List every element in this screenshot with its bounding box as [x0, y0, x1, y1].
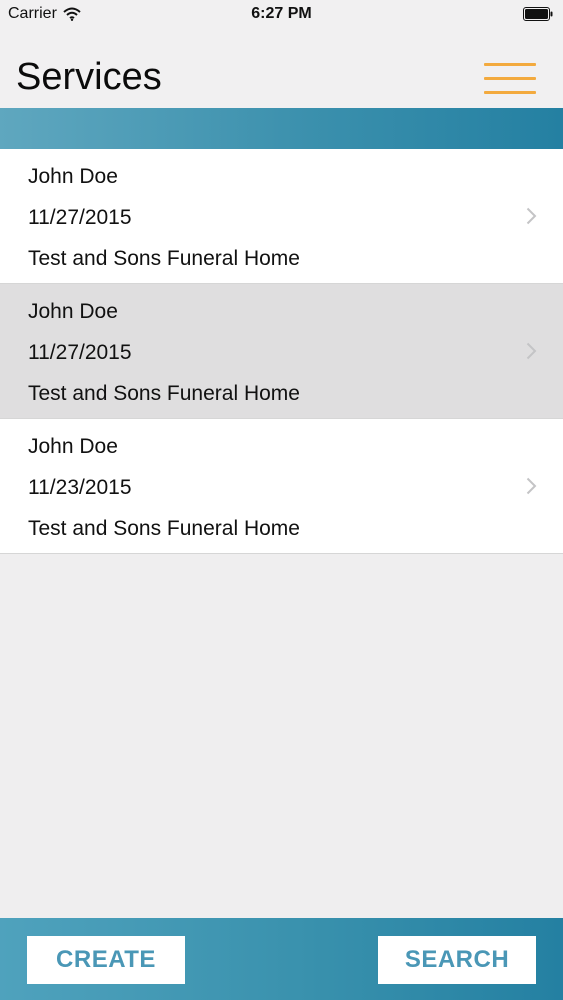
service-name: John Doe — [28, 435, 118, 458]
service-row[interactable]: John Doe 11/23/2015 Test and Sons Funera… — [0, 419, 563, 554]
status-time: 6:27 PM — [251, 5, 312, 22]
navigation-bar: Services — [0, 30, 563, 108]
service-list: John Doe 11/27/2015 Test and Sons Funera… — [0, 149, 563, 554]
service-date: 11/27/2015 — [28, 206, 132, 229]
service-date: 11/23/2015 — [28, 476, 132, 499]
hamburger-menu-icon[interactable] — [484, 62, 536, 96]
create-button[interactable]: CREATE — [27, 936, 185, 984]
page-title: Services — [16, 56, 162, 98]
service-row[interactable]: John Doe 11/27/2015 Test and Sons Funera… — [0, 284, 563, 419]
search-button[interactable]: SEARCH — [378, 936, 536, 984]
chevron-right-icon — [526, 207, 537, 225]
service-name: John Doe — [28, 300, 118, 323]
status-bar: Carrier 6:27 PM — [0, 0, 563, 30]
service-name: John Doe — [28, 165, 118, 188]
service-date: 11/27/2015 — [28, 341, 132, 364]
funeral-home-name: Test and Sons Funeral Home — [28, 517, 300, 540]
funeral-home-name: Test and Sons Funeral Home — [28, 382, 300, 405]
funeral-home-name: Test and Sons Funeral Home — [28, 247, 300, 270]
bottom-toolbar: CREATE SEARCH — [0, 918, 563, 1000]
chevron-right-icon — [526, 477, 537, 495]
accent-band — [0, 108, 563, 149]
battery-icon — [523, 7, 553, 21]
service-row[interactable]: John Doe 11/27/2015 Test and Sons Funera… — [0, 149, 563, 284]
chevron-right-icon — [526, 342, 537, 360]
